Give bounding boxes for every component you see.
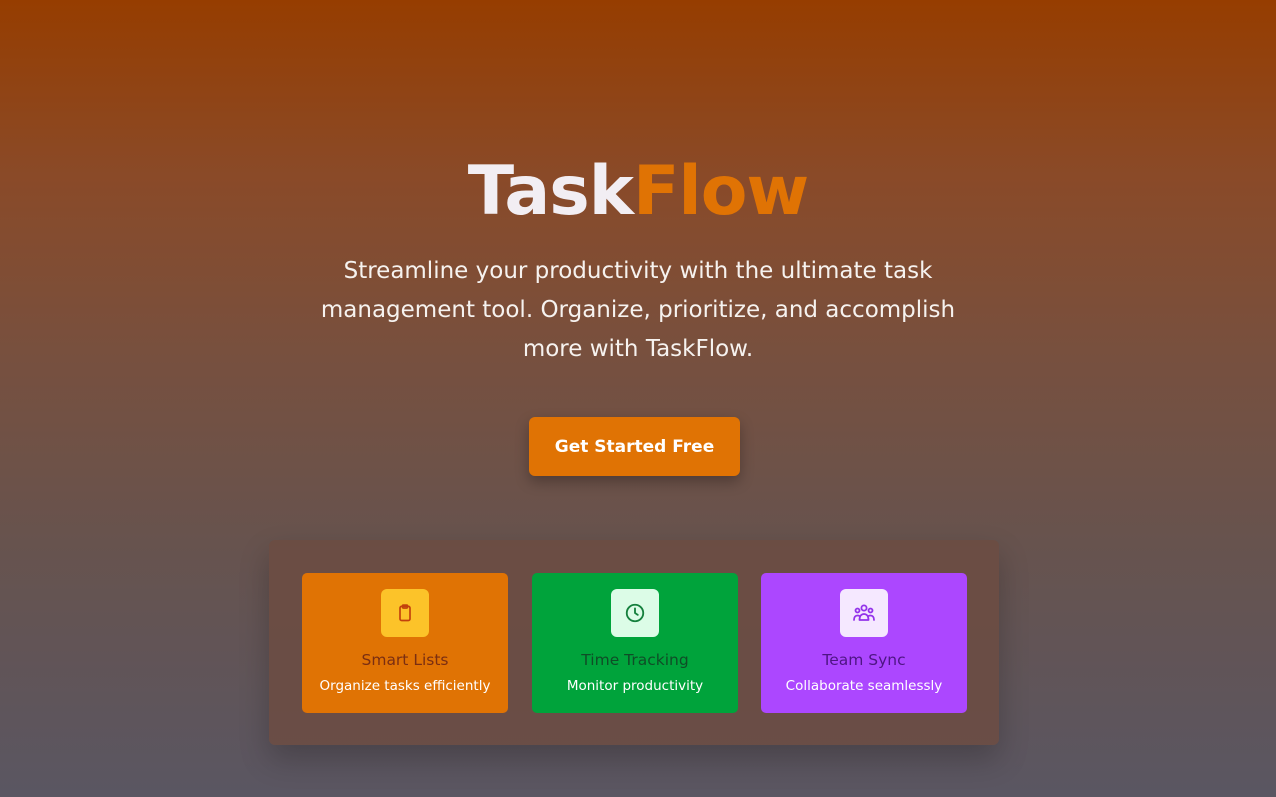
feature-title: Smart Lists: [361, 651, 449, 669]
hero-subtitle: Streamline your productivity with the ul…: [320, 258, 956, 362]
feature-description: Collaborate seamlessly: [785, 678, 943, 694]
feature-card-time-tracking[interactable]: Time Tracking Monitor productivity: [532, 573, 738, 713]
hero-section: TaskFlow Streamline your productivity wi…: [0, 0, 1276, 797]
feature-title: Team Sync: [822, 651, 906, 669]
get-started-button[interactable]: Get Started Free: [529, 417, 740, 476]
title-part-task: Task: [467, 152, 634, 231]
feature-title: Time Tracking: [581, 651, 689, 669]
feature-card-team-sync[interactable]: Team Sync Collaborate seamlessly: [761, 573, 967, 713]
feature-card-smart-lists[interactable]: Smart Lists Organize tasks efficiently: [302, 573, 508, 713]
app-title: TaskFlow: [0, 150, 1276, 234]
title-part-flow: Flow: [632, 152, 809, 231]
features-panel: Smart Lists Organize tasks efficiently T…: [269, 540, 999, 745]
feature-description: Monitor productivity: [566, 678, 704, 694]
clipboard-icon: [381, 589, 429, 637]
users-icon: [840, 589, 888, 637]
feature-description: Organize tasks efficiently: [319, 678, 491, 694]
clock-icon: [611, 589, 659, 637]
